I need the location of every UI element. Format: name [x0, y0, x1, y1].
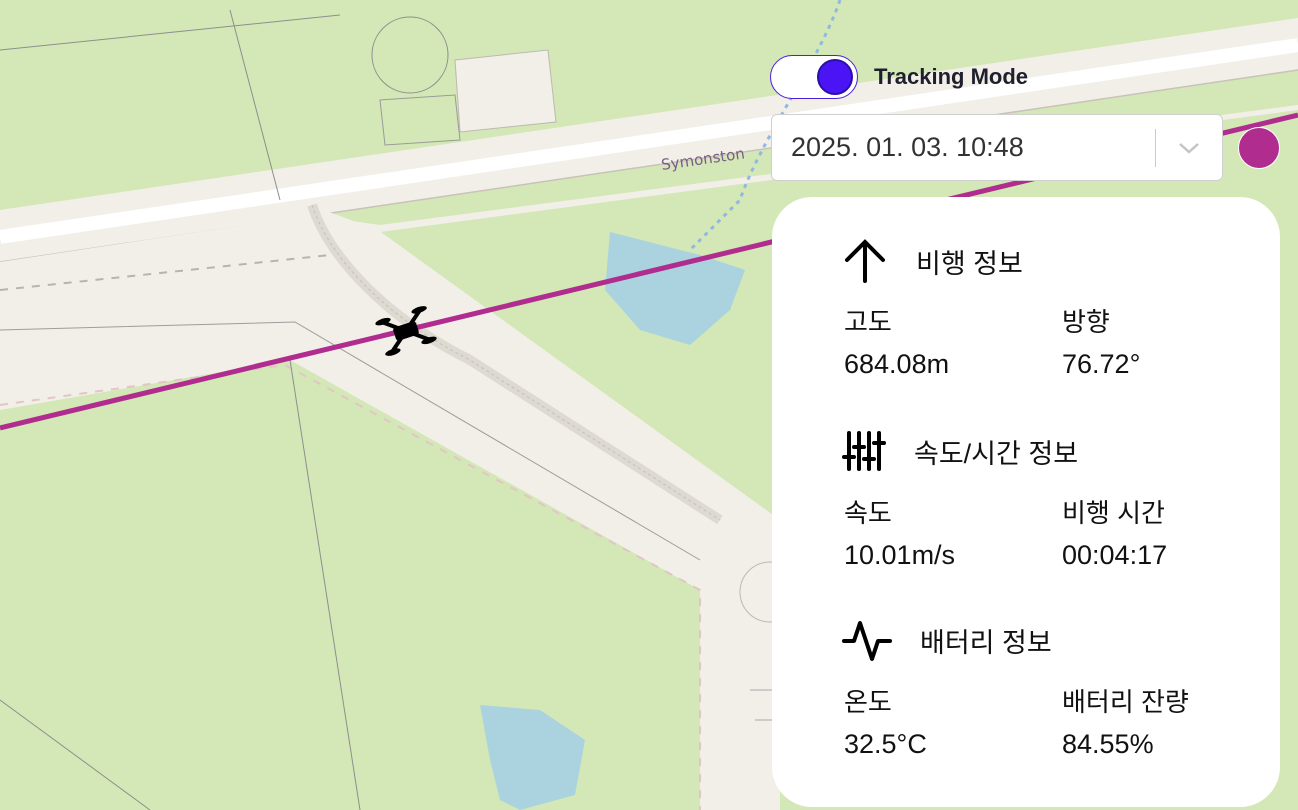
flight-time-field: 비행 시간 00:04:17 [1062, 493, 1167, 571]
arrow-up-icon [845, 239, 885, 283]
tracking-mode-control: Tracking Mode [770, 55, 1028, 99]
temperature-value: 32.5°C [844, 729, 927, 759]
heading-label: 방향 [1062, 307, 1110, 337]
temperature-field: 온도 32.5°C [844, 682, 927, 760]
flight-time-label: 비행 시간 [1062, 498, 1165, 528]
speed-field: 속도 10.01m/s [844, 493, 955, 571]
chevron-down-icon[interactable] [1156, 114, 1222, 181]
heading-value: 76.72° [1062, 349, 1141, 379]
speed-info-title: 속도/시간 정보 [914, 438, 1079, 469]
altitude-value: 684.08m [844, 349, 950, 379]
tracking-mode-toggle[interactable] [770, 55, 858, 99]
flight-info-panel: 비행 정보 고도 684.08m 방향 76.72° 속도/시간 정보 속도 1… [772, 197, 1280, 807]
battery-remaining-field: 배터리 잔량 84.55% [1062, 682, 1189, 760]
pulse-icon [842, 621, 892, 661]
tracking-mode-label: Tracking Mode [874, 64, 1029, 89]
battery-info-title: 배터리 정보 [920, 627, 1052, 658]
battery-info-header: 배터리 정보 [842, 617, 1052, 663]
battery-remaining-value: 84.55% [1062, 729, 1154, 759]
speed-value: 10.01m/s [844, 540, 956, 570]
flight-time-value: 00:04:17 [1062, 540, 1168, 570]
altitude-label: 고도 [844, 307, 892, 337]
heading-field: 방향 76.72° [1062, 302, 1140, 380]
battery-remaining-label: 배터리 잔량 [1062, 687, 1189, 717]
speed-label: 속도 [844, 498, 892, 528]
sliders-icon [842, 431, 886, 471]
toggle-knob [817, 59, 853, 95]
flight-info-header: 비행 정보 [842, 237, 1023, 285]
status-dot[interactable] [1238, 127, 1280, 169]
datetime-select[interactable]: 2025. 01. 03. 10:48 [771, 114, 1223, 181]
temperature-label: 온도 [844, 687, 892, 717]
flight-info-title: 비행 정보 [916, 248, 1023, 279]
altitude-field: 고도 684.08m [844, 302, 949, 380]
speed-info-header: 속도/시간 정보 [842, 429, 1078, 473]
drone-icon[interactable] [375, 300, 437, 362]
datetime-value: 2025. 01. 03. 10:48 [791, 132, 1024, 162]
